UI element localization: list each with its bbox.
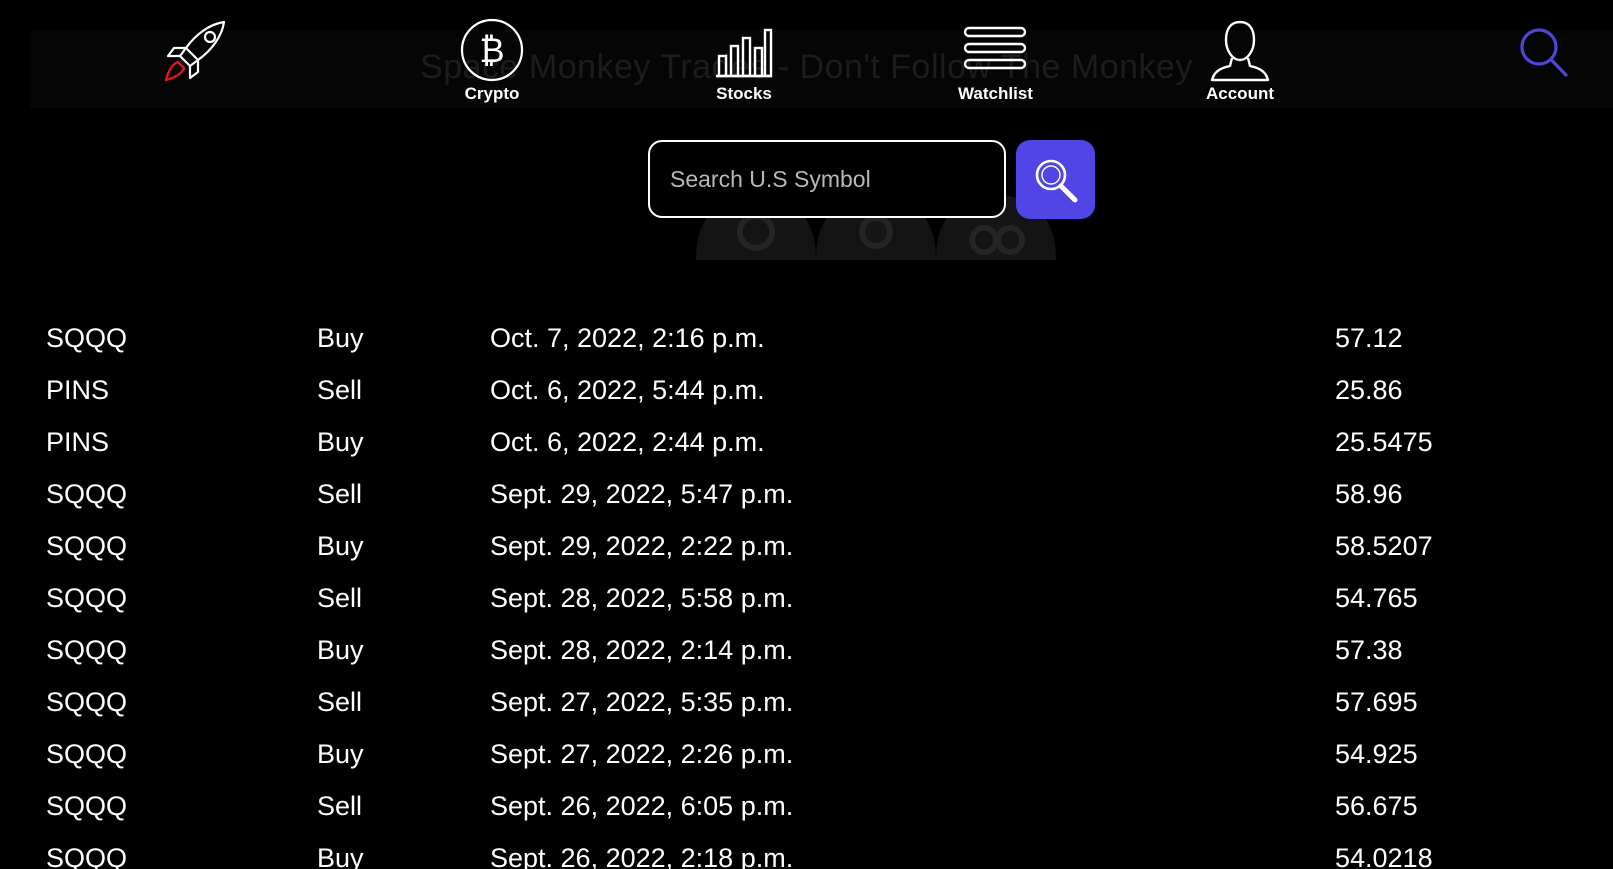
table-row: SQQQ Buy Sept. 29, 2022, 2:22 p.m. 58.52… [0, 520, 1613, 572]
list-icon [964, 26, 1027, 70]
nav-account[interactable]: Account [1206, 18, 1274, 104]
trade-price: 54.0218 [1335, 843, 1433, 869]
site-title-watermark: Space Monkey Trades - Don't Follow The M… [420, 48, 1193, 86]
trade-date: Sept. 26, 2022, 2:18 p.m. [490, 843, 794, 869]
home-logo-link[interactable] [160, 18, 232, 91]
table-row: SQQQ Buy Sept. 26, 2022, 2:18 p.m. 54.02… [0, 832, 1613, 869]
trade-symbol: PINS [46, 375, 110, 405]
trade-price: 54.925 [1335, 739, 1418, 769]
trade-symbol: SQQQ [46, 531, 128, 561]
trade-price: 25.86 [1335, 375, 1403, 405]
trade-action: Buy [317, 427, 364, 457]
trade-price: 25.5475 [1335, 427, 1433, 457]
trade-action: Buy [317, 531, 364, 561]
trade-action: Sell [317, 583, 363, 613]
trade-symbol: SQQQ [46, 739, 128, 769]
trade-action: Buy [317, 635, 364, 665]
trade-date: Sept. 29, 2022, 5:47 p.m. [490, 479, 794, 509]
trades-table: SQQQ Buy Oct. 7, 2022, 2:16 p.m. 57.12 P… [0, 312, 1613, 869]
trade-price: 58.96 [1335, 479, 1403, 509]
table-row: SQQQ Buy Sept. 27, 2022, 2:26 p.m. 54.92… [0, 728, 1613, 780]
nav-watchlist-label: Watchlist [958, 84, 1033, 103]
symbol-search-input[interactable] [648, 140, 1006, 218]
svg-text:₿: ₿ [479, 31, 504, 71]
trade-date: Sept. 29, 2022, 2:22 p.m. [490, 531, 794, 561]
nav-stocks[interactable]: Stocks [712, 18, 776, 104]
symbol-search-button[interactable] [1016, 140, 1095, 219]
trade-price: 58.5207 [1335, 531, 1433, 561]
search-icon [1035, 159, 1077, 202]
trade-date: Sept. 28, 2022, 2:14 p.m. [490, 635, 794, 665]
nav-crypto-label: Crypto [464, 84, 520, 103]
table-row: SQQQ Buy Sept. 28, 2022, 2:14 p.m. 57.38 [0, 624, 1613, 676]
trade-action: Sell [317, 375, 363, 405]
trade-symbol: SQQQ [46, 635, 128, 665]
trade-price: 57.695 [1335, 687, 1418, 717]
trade-action: Buy [317, 323, 364, 353]
trade-symbol: SQQQ [46, 323, 128, 353]
page: Space Monkey Trades - Don't Follow The M… [0, 0, 1613, 869]
trade-symbol: SQQQ [46, 843, 128, 869]
nav-account-label: Account [1206, 84, 1274, 103]
trade-date: Oct. 6, 2022, 2:44 p.m. [490, 427, 765, 457]
nav-watchlist[interactable]: Watchlist [958, 18, 1033, 104]
trade-symbol: SQQQ [46, 479, 128, 509]
table-row: SQQQ Sell Sept. 28, 2022, 5:58 p.m. 54.7… [0, 572, 1613, 624]
trade-price: 54.765 [1335, 583, 1418, 613]
table-row: SQQQ Sell Sept. 26, 2022, 6:05 p.m. 56.6… [0, 780, 1613, 832]
trade-action: Sell [317, 687, 363, 717]
nav-crypto[interactable]: ₿ Crypto [460, 18, 524, 104]
rocket-icon [164, 20, 226, 82]
table-row: SQQQ Sell Sept. 29, 2022, 5:47 p.m. 58.9… [0, 468, 1613, 520]
bar-chart-icon [716, 28, 773, 78]
table-row: PINS Sell Oct. 6, 2022, 5:44 p.m. 25.86 [0, 364, 1613, 416]
nav-stocks-label: Stocks [716, 84, 772, 103]
trade-action: Sell [317, 479, 363, 509]
trade-date: Sept. 28, 2022, 5:58 p.m. [490, 583, 794, 613]
table-row: PINS Buy Oct. 6, 2022, 2:44 p.m. 25.5475 [0, 416, 1613, 468]
table-row: SQQQ Sell Sept. 27, 2022, 5:35 p.m. 57.6… [0, 676, 1613, 728]
trade-price: 56.675 [1335, 791, 1418, 821]
trade-symbol: SQQQ [46, 687, 128, 717]
trade-date: Oct. 7, 2022, 2:16 p.m. [490, 323, 765, 353]
trade-date: Sept. 27, 2022, 2:26 p.m. [490, 739, 794, 769]
bitcoin-icon: ₿ [460, 18, 524, 82]
trade-date: Oct. 6, 2022, 5:44 p.m. [490, 375, 765, 405]
header-search-button[interactable] [1518, 26, 1570, 85]
trade-action: Buy [317, 843, 364, 869]
trade-action: Buy [317, 739, 364, 769]
trade-symbol: SQQQ [46, 791, 128, 821]
trade-date: Sept. 27, 2022, 5:35 p.m. [490, 687, 794, 717]
trade-date: Sept. 26, 2022, 6:05 p.m. [490, 791, 794, 821]
trade-symbol: SQQQ [46, 583, 128, 613]
user-icon [1210, 20, 1270, 82]
trade-price: 57.12 [1335, 323, 1403, 353]
trade-price: 57.38 [1335, 635, 1403, 665]
trade-action: Sell [317, 791, 363, 821]
search-icon [1520, 28, 1568, 77]
trade-symbol: PINS [46, 427, 110, 457]
table-row: SQQQ Buy Oct. 7, 2022, 2:16 p.m. 57.12 [0, 312, 1613, 364]
